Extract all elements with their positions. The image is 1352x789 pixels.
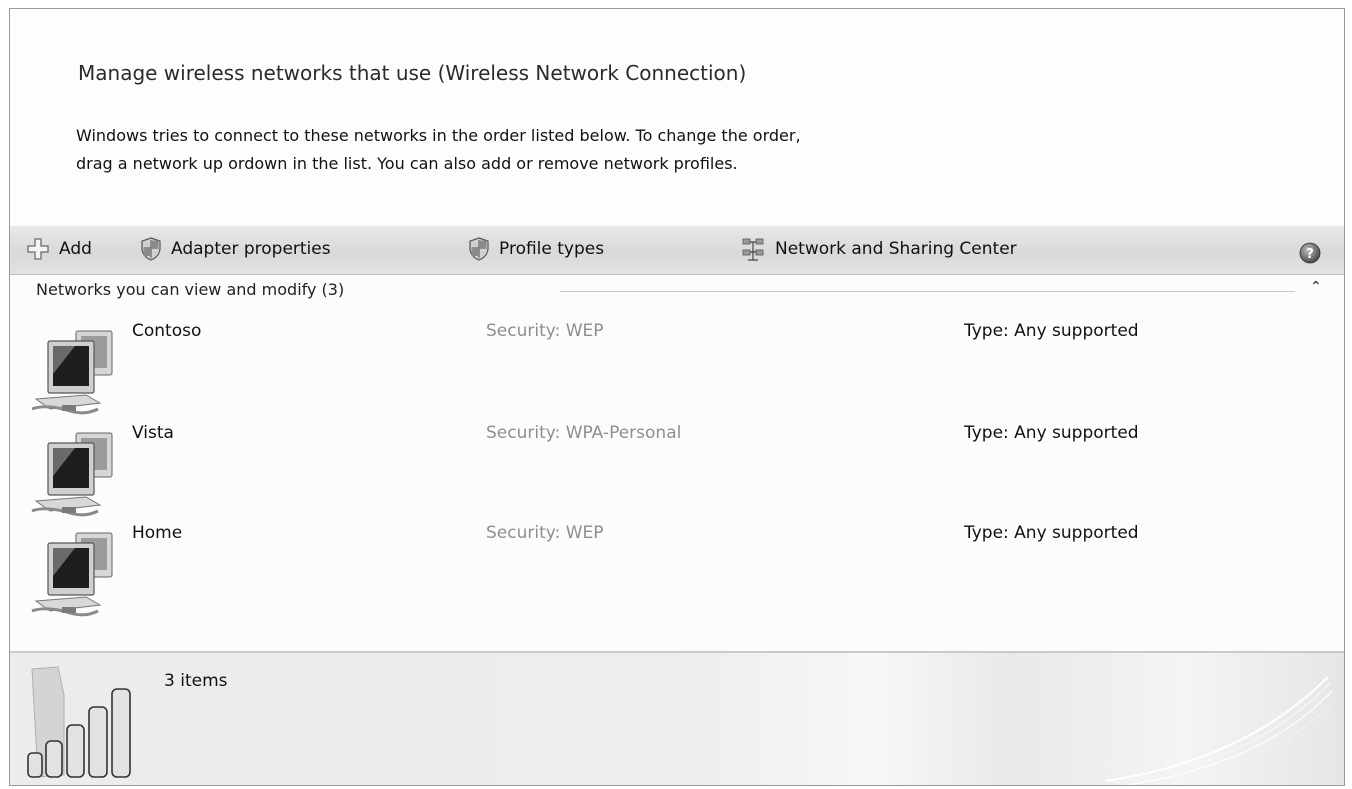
add-button[interactable]: Add [26, 234, 92, 264]
page-title: Manage wireless networks that use (Wirel… [78, 61, 747, 85]
network-name: Contoso [132, 321, 202, 341]
wireless-network-icon [31, 330, 113, 415]
signal-strength-icon [27, 666, 131, 778]
network-security: Security: WPA-Personal [486, 423, 682, 443]
network-row-vista[interactable]: Vista Security: WPA-Personal Type: Any s… [10, 423, 1344, 523]
help-icon: ? [1299, 242, 1321, 264]
network-icon [742, 238, 764, 261]
help-button[interactable]: ? [1299, 238, 1330, 268]
shield-icon [141, 237, 161, 261]
group-header[interactable]: Networks you can view and modify (3) [36, 280, 344, 299]
items-count: 3 items [164, 671, 228, 691]
chevron-up-icon[interactable]: ⌃ [1310, 279, 1322, 295]
network-row-contoso[interactable]: Contoso Security: WEP Type: Any supporte… [10, 321, 1344, 421]
network-list: Networks you can view and modify (3) ⌃ C… [10, 275, 1344, 651]
add-plus-icon [27, 238, 49, 260]
network-name: Home [132, 523, 183, 543]
page-description: Windows tries to connect to these networ… [76, 126, 801, 173]
network-type: Type: Any supported [964, 321, 1139, 341]
wireless-network-icon [31, 432, 113, 517]
wireless-network-icon [31, 532, 113, 617]
header-area: Manage wireless networks that use (Wirel… [10, 9, 1344, 226]
network-and-sharing-center-button[interactable]: Network and Sharing Center [740, 234, 1017, 264]
profile-types-label: Profile types [499, 239, 605, 259]
network-row-home[interactable]: Home Security: WEP Type: Any supported [10, 523, 1344, 623]
profile-types-button[interactable]: Profile types [468, 234, 604, 264]
adapter-properties-label: Adapter properties [171, 239, 331, 259]
shield-icon [469, 237, 489, 261]
svg-text:?: ? [1306, 247, 1314, 262]
add-label: Add [59, 239, 92, 259]
manage-wireless-networks-window: Manage wireless networks that use (Wirel… [9, 8, 1345, 786]
network-type: Type: Any supported [964, 423, 1139, 443]
network-security: Security: WEP [486, 321, 604, 341]
decorative-swoosh [1105, 676, 1335, 785]
group-divider [560, 291, 1295, 292]
details-pane: 3 items [10, 651, 1344, 785]
network-name: Vista [132, 423, 174, 443]
network-security: Security: WEP [486, 523, 604, 543]
network-and-sharing-center-label: Network and Sharing Center [775, 239, 1017, 259]
command-bar: Add Adapter properties Profile types Net… [10, 226, 1344, 275]
adapter-properties-button[interactable]: Adapter properties [140, 234, 331, 264]
network-type: Type: Any supported [964, 523, 1139, 543]
